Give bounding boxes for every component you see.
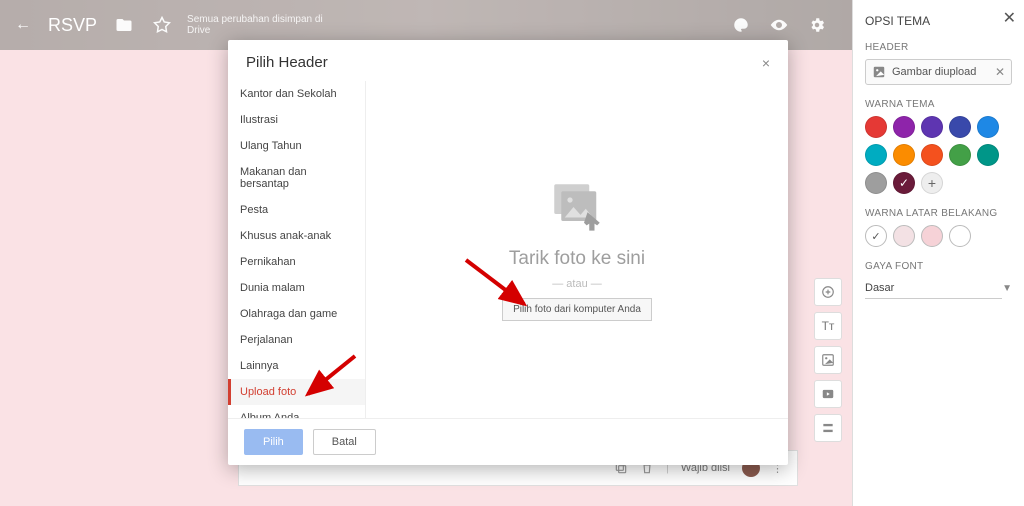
star-icon[interactable] <box>149 12 175 38</box>
category-item[interactable]: Upload foto <box>228 379 365 405</box>
theme-color-swatch[interactable] <box>893 116 915 138</box>
theme-color-swatch[interactable] <box>977 144 999 166</box>
theme-color-swatch[interactable] <box>865 144 887 166</box>
bg-color-swatches: ✓ <box>865 225 1012 247</box>
category-item[interactable]: Perjalanan <box>228 327 365 353</box>
theme-options-panel: ✕ OPSI TEMA HEADER Gambar diupload ✕ WAR… <box>852 0 1024 506</box>
font-style-select[interactable]: Dasar <box>865 278 1002 299</box>
category-item[interactable]: Pernikahan <box>228 249 365 275</box>
save-status: Semua perubahan disimpan di Drive <box>187 14 327 36</box>
bg-color-swatch[interactable] <box>893 225 915 247</box>
dialog-title: Pilih Header <box>246 54 328 71</box>
dialog-cancel-button[interactable]: Batal <box>313 429 376 455</box>
category-item[interactable]: Khusus anak-anak <box>228 223 365 249</box>
theme-color-swatch[interactable] <box>977 116 999 138</box>
bg-color-label: WARNA LATAR BELAKANG <box>865 208 1012 219</box>
panel-close-icon[interactable]: ✕ <box>1003 8 1016 28</box>
or-separator: — atau — <box>552 278 602 290</box>
category-item[interactable]: Kantor dan Sekolah <box>228 81 365 107</box>
category-item[interactable]: Lainnya <box>228 353 365 379</box>
bg-color-swatch[interactable] <box>949 225 971 247</box>
theme-color-swatch-selected[interactable] <box>893 172 915 194</box>
category-item[interactable]: Makanan dan bersantap <box>228 159 365 197</box>
theme-color-swatch[interactable] <box>949 144 971 166</box>
theme-color-swatch[interactable] <box>949 116 971 138</box>
theme-color-swatch[interactable] <box>865 172 887 194</box>
add-custom-color-button[interactable]: + <box>921 172 943 194</box>
category-item[interactable]: Pesta <box>228 197 365 223</box>
category-item[interactable]: Olahraga dan game <box>228 301 365 327</box>
category-item[interactable]: Album Anda <box>228 405 365 418</box>
add-video-icon[interactable] <box>814 380 842 408</box>
image-icon <box>872 65 886 79</box>
upload-drop-zone[interactable]: Tarik foto ke sini — atau — Pilih foto d… <box>366 81 788 418</box>
remove-header-icon[interactable]: ✕ <box>995 65 1005 79</box>
theme-color-swatch[interactable] <box>921 144 943 166</box>
bg-color-swatch[interactable]: ✓ <box>865 225 887 247</box>
theme-color-label: WARNA TEMA <box>865 99 1012 110</box>
header-chip-label: Gambar diupload <box>892 66 976 78</box>
theme-color-swatch[interactable] <box>865 116 887 138</box>
add-image-icon[interactable] <box>814 346 842 374</box>
back-icon[interactable]: ← <box>10 12 36 38</box>
preview-icon[interactable] <box>766 12 792 38</box>
category-item[interactable]: Dunia malam <box>228 275 365 301</box>
question-toolbar: Tᴛ <box>814 278 842 442</box>
header-image-chip[interactable]: Gambar diupload ✕ <box>865 59 1012 85</box>
folder-icon[interactable] <box>111 12 137 38</box>
add-title-icon[interactable]: Tᴛ <box>814 312 842 340</box>
chevron-down-icon: ▼ <box>1002 283 1012 294</box>
font-style-label: GAYA FONT <box>865 261 1012 272</box>
select-header-dialog: Pilih Header × Kantor dan SekolahIlustra… <box>228 40 788 465</box>
settings-icon[interactable] <box>804 12 830 38</box>
add-question-icon[interactable] <box>814 278 842 306</box>
category-item[interactable]: Ilustrasi <box>228 107 365 133</box>
theme-color-swatch[interactable] <box>921 116 943 138</box>
panel-title: OPSI TEMA <box>865 14 1012 28</box>
theme-color-swatch[interactable] <box>893 144 915 166</box>
palette-icon[interactable] <box>728 12 754 38</box>
form-title[interactable]: RSVP <box>48 15 97 36</box>
add-section-icon[interactable] <box>814 414 842 442</box>
bg-color-swatch[interactable] <box>921 225 943 247</box>
category-list: Kantor dan SekolahIlustrasiUlang TahunMa… <box>228 81 366 418</box>
pick-from-computer-button[interactable]: Pilih foto dari komputer Anda <box>502 298 652 321</box>
image-placeholder-icon <box>549 179 605 240</box>
dialog-close-icon[interactable]: × <box>762 55 770 71</box>
header-section-label: HEADER <box>865 42 1012 53</box>
dialog-select-button[interactable]: Pilih <box>244 429 303 455</box>
drop-text: Tarik foto ke sini <box>509 248 645 270</box>
category-item[interactable]: Ulang Tahun <box>228 133 365 159</box>
theme-color-swatches: + <box>865 116 1012 194</box>
